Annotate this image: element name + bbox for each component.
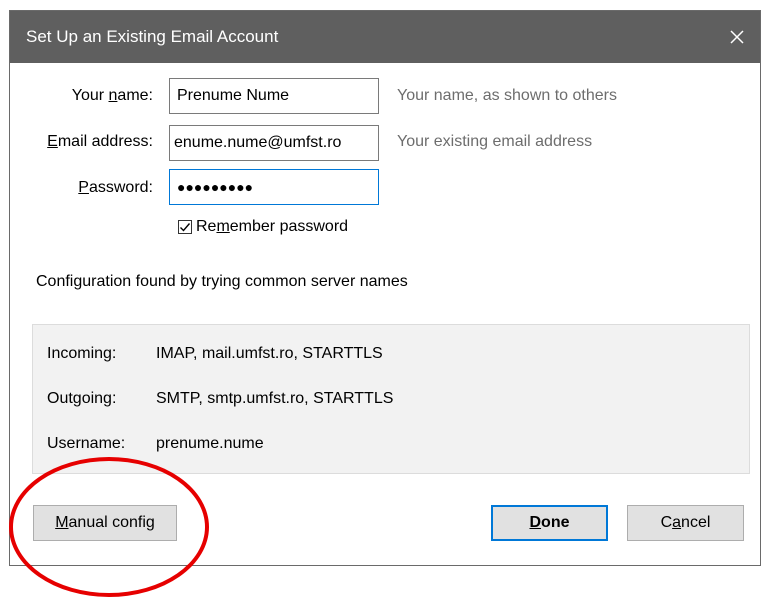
remember-password-row[interactable]: Remember password: [178, 218, 348, 236]
remember-password-label: Remember password: [196, 218, 349, 235]
done-button[interactable]: Done: [491, 505, 608, 541]
server-config-panel: Incoming: IMAP, mail.umfst.ro, STARTTLS …: [32, 324, 750, 474]
manual-config-label: Manual config: [55, 514, 155, 531]
title-bar: Set Up an Existing Email Account: [10, 11, 760, 63]
username-label: Username:: [47, 435, 126, 452]
name-hint: Your name, as shown to others: [397, 87, 617, 104]
close-icon: [730, 30, 744, 44]
dialog-title: Set Up an Existing Email Account: [26, 27, 279, 46]
password-field[interactable]: ●●●●●●●●●: [169, 169, 379, 205]
name-field[interactable]: Prenume Nume: [169, 78, 379, 114]
manual-config-button[interactable]: Manual config: [33, 505, 177, 541]
email-field[interactable]: enume.nume@umfst.ro: [169, 125, 379, 161]
remember-password-checkbox[interactable]: [178, 220, 192, 234]
incoming-label: Incoming:: [47, 345, 117, 362]
checkmark-icon: [180, 223, 191, 232]
password-label: Password:: [78, 179, 153, 196]
close-button[interactable]: [714, 11, 760, 63]
username-value: prenume.nume: [156, 435, 264, 452]
done-label: Done: [529, 514, 570, 531]
status-message: Configuration found by trying common ser…: [36, 273, 408, 290]
cancel-button[interactable]: Cancel: [627, 505, 744, 541]
incoming-value: IMAP, mail.umfst.ro, STARTTLS: [156, 345, 383, 362]
email-label: Email address:: [47, 133, 153, 150]
email-field-value: enume.nume@umfst.ro: [174, 134, 342, 151]
email-hint: Your existing email address: [397, 133, 593, 150]
outgoing-value: SMTP, smtp.umfst.ro, STARTTLS: [156, 390, 394, 407]
outgoing-label: Outgoing:: [47, 390, 117, 407]
name-field-value: Prenume Nume: [177, 87, 290, 104]
name-label: Your name:: [71, 87, 153, 104]
cancel-label: Cancel: [660, 514, 711, 531]
setup-email-dialog: Set Up an Existing Email Account Your na…: [9, 10, 761, 566]
password-field-value: ●●●●●●●●●: [177, 179, 254, 195]
